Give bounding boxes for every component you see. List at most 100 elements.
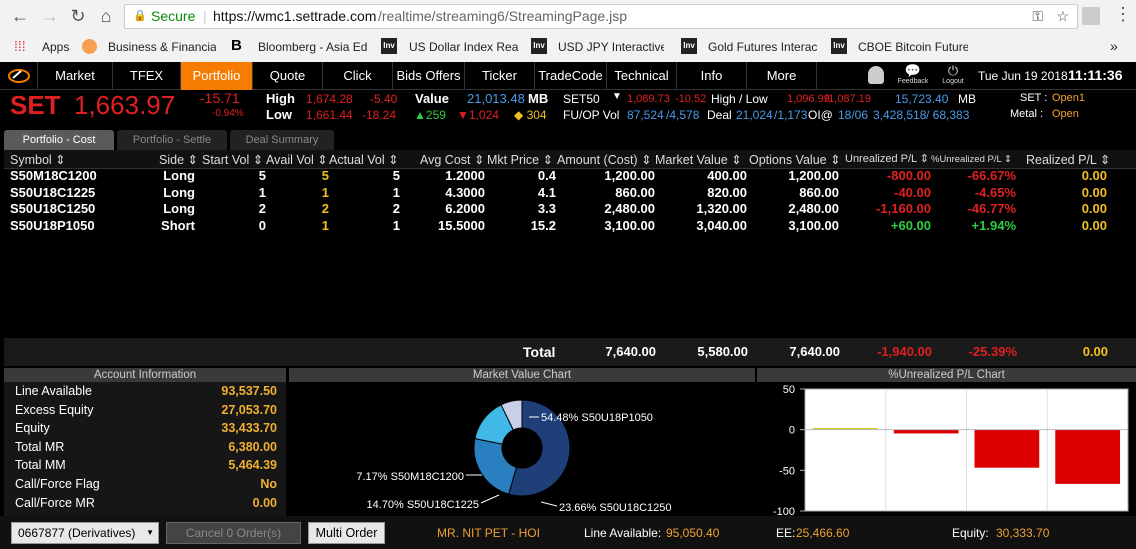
cell-symbol: S50M18C1200 — [10, 168, 97, 183]
menu-tradecode[interactable]: TradeCode — [535, 62, 607, 90]
cell-actual: 5 — [392, 168, 400, 183]
bottom-panels: Account Information Line Available 93,537… — [0, 368, 1136, 518]
bookmark-bitcoin[interactable]: CBOE Bitcoin Futures — [858, 40, 968, 54]
bloomberg-icon: B — [231, 37, 242, 54]
low-label: Low — [266, 107, 292, 122]
star-icon[interactable]: ☆ — [1056, 5, 1069, 28]
menu-bids-offers[interactable]: Bids Offers — [393, 62, 465, 90]
ee-value: 25,466.60 — [796, 526, 850, 540]
menu-more[interactable]: More — [747, 62, 817, 90]
key-icon[interactable]: ⚿ — [1032, 5, 1043, 28]
menu-dots-icon[interactable]: ⋮ — [1114, 4, 1132, 25]
cell-side: Long — [163, 201, 195, 216]
bookmark-apps[interactable]: Apps — [42, 40, 69, 54]
cell-start: 5 — [258, 168, 266, 183]
col-options-value[interactable]: Options Value ⇕ — [749, 152, 841, 167]
col-pct-unrealized[interactable]: %Unrealized P/L ⇕ — [931, 154, 1012, 165]
multi-order-button[interactable]: Multi Order — [308, 522, 385, 544]
investing-icon: Inv — [531, 38, 547, 54]
menu-info[interactable]: Info — [677, 62, 747, 90]
menu-portfolio[interactable]: Portfolio — [181, 62, 253, 90]
cell-start: 1 — [258, 184, 266, 200]
cell-avg: 4.3000 — [445, 184, 485, 200]
pl-chart: 50 0 -50 -100 — [757, 382, 1136, 518]
pie-label: 23.66% S50U18C1250 — [559, 502, 672, 514]
more-bookmarks-icon[interactable]: » — [1110, 38, 1118, 54]
cancel-orders-button[interactable]: Cancel 0 Order(s) — [166, 522, 301, 544]
tab-deal-summary[interactable]: Deal Summary — [230, 130, 334, 150]
account-value: 27,053.70 — [221, 402, 277, 417]
cell-pct: -46.77% — [967, 201, 1016, 216]
table-row[interactable]: S50U18C1225 Long 1 1 1 4.3000 4.1 860.00 820.00 8… — [4, 185, 1136, 201]
logo-icon[interactable] — [0, 62, 38, 90]
bookmark-usdindex[interactable]: US Dollar Index Real — [409, 40, 519, 54]
lock-icon: 🔒 — [133, 10, 147, 22]
set50-label: SET50 — [563, 92, 600, 106]
tab-portfolio-settle[interactable]: Portfolio - Settle — [117, 130, 227, 150]
bookmark-business[interactable]: Business & Financial — [108, 40, 216, 54]
apps-grid-icon[interactable]: ⁞⁞⁞ — [14, 38, 26, 54]
y-tick-label: 0 — [789, 425, 795, 437]
tab-portfolio-cost[interactable]: Portfolio - Cost — [4, 130, 114, 150]
menu-quote[interactable]: Quote — [253, 62, 323, 90]
pie-label: 14.70% S50U18C1225 — [366, 499, 479, 511]
bookmark-bloomberg[interactable]: Bloomberg - Asia Ed — [258, 40, 368, 54]
power-icon: ⏻ — [947, 63, 959, 78]
menu-click[interactable]: Click — [323, 62, 393, 90]
pl-chart-title: %Unrealized P/L Chart — [757, 368, 1136, 382]
menu-tfex[interactable]: TFEX — [113, 62, 181, 90]
col-actual-vol[interactable]: Actual Vol ⇕ — [329, 152, 399, 167]
cell-ov: 1,200.00 — [788, 168, 839, 183]
col-symbol[interactable]: Symbol ⇕ — [10, 152, 66, 167]
menu-technical[interactable]: Technical — [607, 62, 677, 90]
col-avg-cost[interactable]: Avg Cost ⇕ — [420, 152, 484, 167]
account-label: Call/Force MR — [15, 495, 95, 510]
table-row[interactable]: S50M18C1200 Long 5 5 5 1.2000 0.4 1,200.00 400.0… — [4, 168, 1136, 184]
line-available-value: 95,050.40 — [666, 526, 720, 540]
table-row[interactable]: S50U18C1250 Long 2 2 2 6.2000 3.3 2,480.00 1,320… — [4, 201, 1136, 217]
cell-avg: 15.5000 — [438, 217, 485, 233]
bookmark-gold[interactable]: Gold Futures Interac — [708, 40, 818, 54]
account-value: 0.00 — [252, 495, 277, 510]
menu-ticker[interactable]: Ticker — [465, 62, 535, 90]
reload-icon[interactable]: ↻ — [66, 4, 90, 28]
col-unrealized-pl[interactable]: Unrealized P/L ⇕ — [845, 152, 929, 165]
account-select[interactable]: 0667877 (Derivatives) ▼ — [11, 522, 159, 544]
col-amount[interactable]: Amount (Cost) ⇕ — [557, 152, 652, 167]
high-label: High — [266, 91, 295, 106]
account-info-panel: Line Available 93,537.50 Excess Equity 27,0… — [4, 382, 286, 516]
cell-symbol: S50U18C1225 — [10, 184, 96, 200]
col-start-vol[interactable]: Start Vol ⇕ — [202, 152, 263, 167]
col-side[interactable]: Side ⇕ — [159, 152, 198, 167]
index-name: SET — [10, 90, 61, 120]
feedback-button[interactable]: 💬 Feedback — [896, 64, 930, 86]
address-bar[interactable]: 🔒 Secure | https://wmc1.settrade.com /re… — [124, 4, 1078, 29]
deal-label: Deal — [707, 108, 732, 122]
col-realized-pl[interactable]: Realized P/L ⇕ — [1026, 152, 1110, 167]
cell-amount: 1,200.00 — [604, 168, 655, 183]
high-change: -5.40 — [370, 92, 398, 106]
equity-value: 30,333.70 — [996, 526, 1050, 540]
set50-dropdown-icon[interactable]: ▼ — [612, 91, 622, 102]
account-label: Equity — [15, 421, 50, 436]
col-mkt-price[interactable]: Mkt Price ⇕ — [487, 152, 553, 167]
account-value: 5,464.39 — [228, 458, 277, 473]
cell-mv: 1,320.00 — [696, 201, 747, 216]
menu-market[interactable]: Market — [38, 62, 113, 90]
table-row[interactable]: S50U18P1050 Short 0 1 1 15.5000 15.2 3,100.00 3,… — [4, 218, 1136, 234]
forward-icon[interactable]: → — [38, 4, 62, 28]
cell-rpl: 0.00 — [1081, 168, 1107, 183]
bookmark-usdjpy[interactable]: USD JPY Interactive — [558, 40, 664, 54]
col-avail-vol[interactable]: Avail Vol ⇕ — [266, 152, 328, 167]
up-count: ▲259 — [414, 108, 446, 122]
logout-button[interactable]: ⏻ Logout — [938, 63, 968, 86]
cell-mv: 3,040.00 — [696, 217, 747, 233]
col-market-value[interactable]: Market Value ⇕ — [655, 152, 742, 167]
user-icon[interactable] — [868, 66, 884, 84]
total-amount: 7,640.00 — [605, 344, 656, 359]
home-icon[interactable]: ⌂ — [94, 4, 118, 28]
extension-icon[interactable] — [1082, 7, 1100, 25]
back-icon[interactable]: ← — [8, 4, 32, 28]
value-unit: MB — [528, 91, 549, 106]
customer-name: MR. NIT PET - HOI — [437, 526, 540, 540]
